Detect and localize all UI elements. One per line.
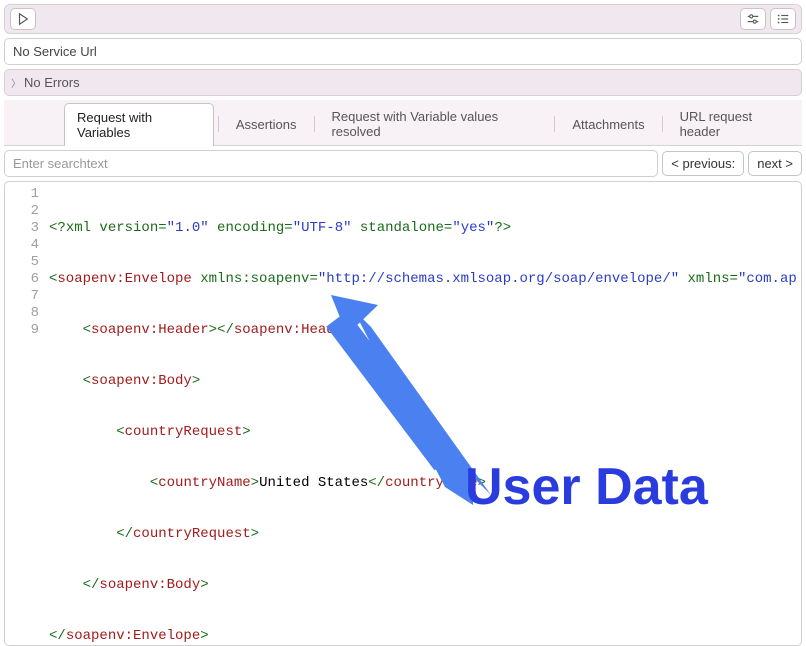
line-number: 8 — [5, 305, 39, 322]
code-line: <countryName>United States</countryName> — [49, 475, 797, 492]
search-input[interactable] — [4, 150, 658, 177]
code-line: <soapenv:Header></soapenv:Header> — [49, 322, 797, 339]
previous-button[interactable]: < previous: — [662, 151, 744, 176]
list-button[interactable] — [770, 8, 796, 30]
service-url-field[interactable]: No Service Url — [4, 38, 802, 65]
top-toolbar — [4, 4, 802, 34]
tab-request-resolved[interactable]: Request with Variable values resolved — [318, 102, 550, 145]
line-number-gutter: 1 2 3 4 5 6 7 8 9 — [5, 186, 49, 646]
tab-label: Request with Variables — [77, 110, 152, 140]
button-label: next > — [757, 156, 793, 171]
tab-label: Attachments — [572, 117, 644, 132]
code-lines: <?xml version="1.0" encoding="UTF-8" sta… — [49, 186, 797, 646]
tab-assertions[interactable]: Assertions — [223, 110, 310, 138]
tab-separator — [554, 116, 555, 132]
tab-attachments[interactable]: Attachments — [559, 110, 657, 138]
line-number: 2 — [5, 203, 39, 220]
tab-label: URL request header — [680, 109, 753, 139]
code-line: <countryRequest> — [49, 424, 797, 441]
play-icon — [16, 12, 30, 26]
toolbar-left-group — [10, 8, 36, 30]
tab-label: Assertions — [236, 117, 297, 132]
code-line: </soapenv:Envelope> — [49, 628, 797, 645]
tab-label: Request with Variable values resolved — [331, 109, 498, 139]
toolbar-right-group — [740, 8, 796, 30]
play-button[interactable] — [10, 8, 36, 30]
service-url-text: No Service Url — [13, 44, 97, 59]
tab-separator — [218, 116, 219, 132]
line-number: 5 — [5, 254, 39, 271]
code-line: </soapenv:Body> — [49, 577, 797, 594]
chevron-right-icon: 〉 — [11, 75, 21, 90]
line-number: 4 — [5, 237, 39, 254]
line-number: 7 — [5, 288, 39, 305]
settings-sliders-button[interactable] — [740, 8, 766, 30]
tab-separator — [314, 116, 315, 132]
errors-label: No Errors — [24, 75, 80, 90]
line-number: 6 — [5, 271, 39, 288]
line-number: 1 — [5, 186, 39, 203]
code-line: </countryRequest> — [49, 526, 797, 543]
code-line: <?xml version="1.0" encoding="UTF-8" sta… — [49, 220, 797, 237]
code-line: <soapenv:Envelope xmlns:soapenv="http://… — [49, 271, 797, 288]
code-editor[interactable]: 1 2 3 4 5 6 7 8 9 <?xml version="1.0" en… — [4, 181, 802, 646]
code-line: <soapenv:Body> — [49, 373, 797, 390]
line-number: 9 — [5, 322, 39, 339]
list-icon — [776, 12, 790, 26]
search-row: < previous: next > — [4, 150, 802, 177]
tab-url-request-header[interactable]: URL request header — [667, 102, 802, 145]
button-label: < previous: — [671, 156, 735, 171]
tab-request-with-variables[interactable]: Request with Variables — [64, 103, 214, 146]
tab-separator — [662, 116, 663, 132]
next-button[interactable]: next > — [748, 151, 802, 176]
tabs-row: Request with Variables Assertions Reques… — [4, 100, 802, 146]
errors-bar[interactable]: 〉 No Errors — [4, 69, 802, 96]
code-area: 1 2 3 4 5 6 7 8 9 <?xml version="1.0" en… — [5, 182, 801, 646]
line-number: 3 — [5, 220, 39, 237]
sliders-icon — [746, 12, 760, 26]
